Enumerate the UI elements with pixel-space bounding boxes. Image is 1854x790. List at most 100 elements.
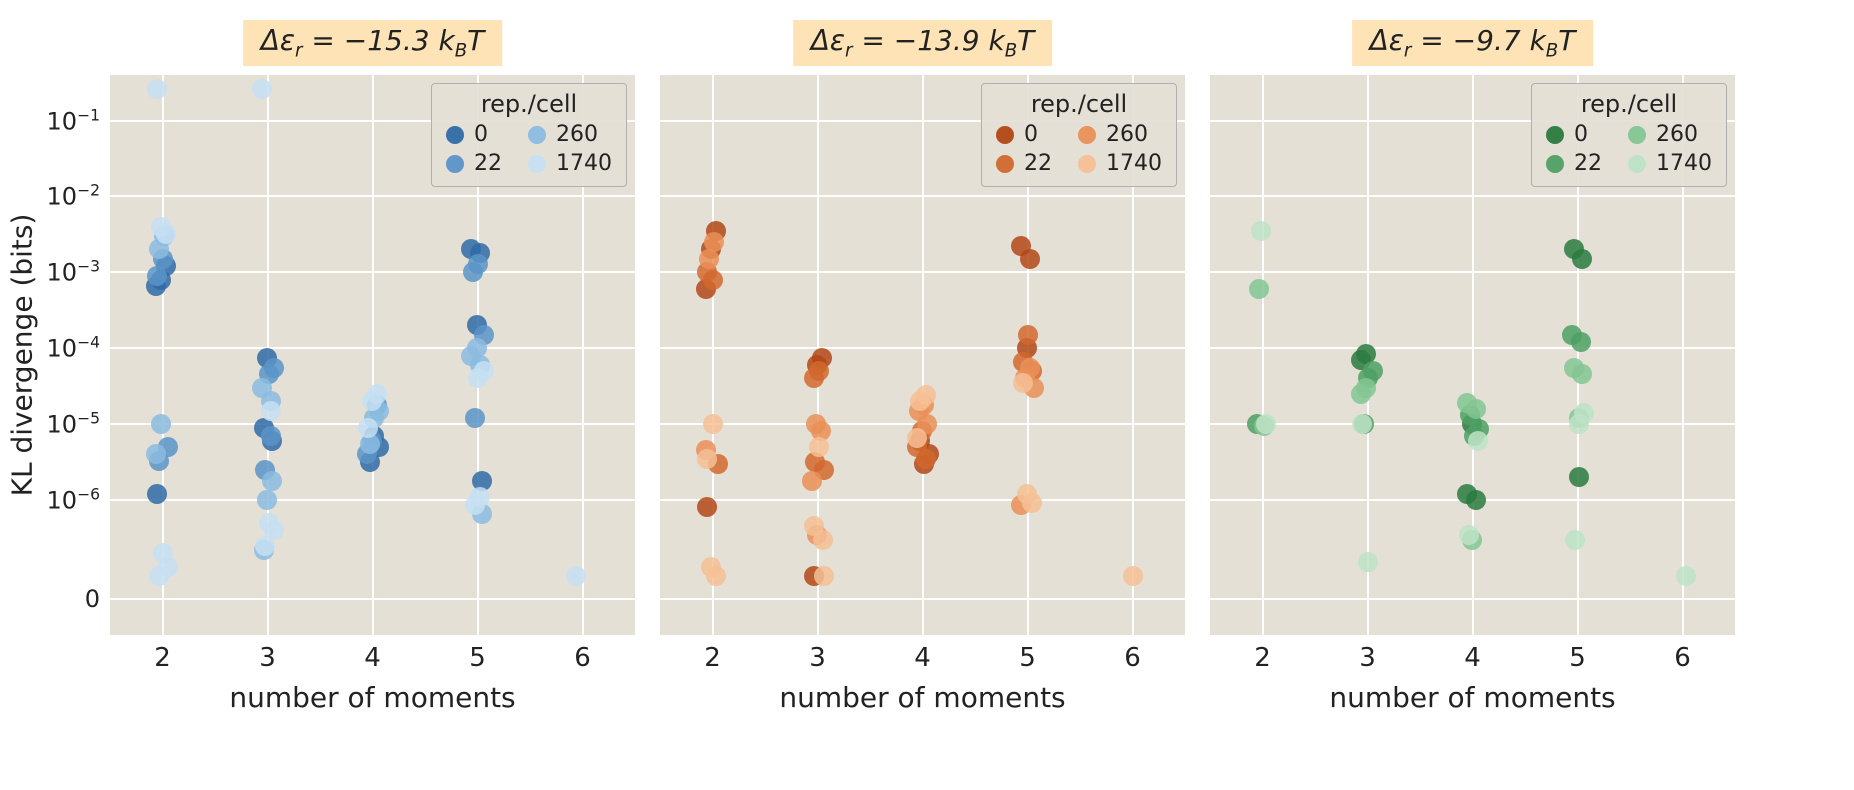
legend-swatch	[996, 155, 1014, 173]
data-point	[916, 385, 936, 405]
legend-swatch	[528, 126, 546, 144]
data-point	[358, 418, 378, 438]
x-tick: 5	[469, 635, 486, 673]
legend-item: 0	[1546, 122, 1602, 147]
data-point	[261, 426, 281, 446]
data-point	[257, 490, 277, 510]
data-point	[147, 79, 167, 99]
data-point	[255, 536, 275, 556]
x-tick: 2	[154, 635, 171, 673]
x-axis-label-2: number of moments	[1329, 681, 1615, 714]
data-point	[264, 358, 284, 378]
data-point	[465, 408, 485, 428]
data-point	[1459, 525, 1479, 545]
panel-title-1: Δεr = −13.9 kBT	[793, 20, 1053, 66]
data-point	[1574, 403, 1594, 423]
x-tick: 6	[1124, 635, 1141, 673]
data-point	[1352, 414, 1372, 434]
data-point	[1251, 221, 1271, 241]
data-point	[474, 361, 494, 381]
data-point	[703, 270, 723, 290]
legend: rep./cell0260221740	[1531, 83, 1727, 187]
legend-swatch	[1546, 155, 1564, 173]
x-tick: 4	[364, 635, 381, 673]
x-tick: 2	[1254, 635, 1271, 673]
legend-item: 22	[1546, 151, 1602, 176]
legend-item: 0	[996, 122, 1052, 147]
data-point	[147, 484, 167, 504]
legend-item: 260	[1628, 122, 1712, 147]
data-point	[147, 266, 167, 286]
data-point	[1022, 493, 1042, 513]
data-point	[809, 361, 829, 381]
legend-item: 0	[446, 122, 502, 147]
y-tick: 10−1	[46, 106, 110, 135]
data-point	[1569, 467, 1589, 487]
data-point	[1013, 373, 1033, 393]
legend-swatch	[1546, 126, 1564, 144]
data-point	[252, 79, 272, 99]
data-point	[261, 401, 281, 421]
figure: Δεr = −15.3 kBT KL divergenge (bits) rep…	[0, 0, 1854, 790]
x-tick: 6	[574, 635, 591, 673]
legend: rep./cell 0 260 22 1740	[981, 83, 1177, 187]
legend-swatch	[1078, 155, 1096, 173]
data-point	[697, 449, 717, 469]
legend-swatch	[996, 126, 1014, 144]
panel-2: Δεr = −9.7 kBT rep./cell0260221740 numbe…	[1210, 75, 1735, 635]
x-tick: 3	[1359, 635, 1376, 673]
legend: rep./cell 0 260 22 1740	[431, 83, 627, 187]
y-tick-zero: 0	[85, 585, 110, 613]
data-point	[468, 254, 488, 274]
y-tick: 10−2	[46, 182, 110, 211]
y-tick: 10−5	[46, 410, 110, 439]
data-point	[1468, 431, 1488, 451]
legend-label: 0	[1574, 122, 1588, 147]
data-point	[367, 384, 387, 404]
data-point	[1676, 566, 1696, 586]
panel-title-0: Δεr = −15.3 kBT	[243, 20, 503, 66]
data-point	[1564, 239, 1584, 259]
x-axis-label-0: number of moments	[229, 681, 515, 714]
y-tick: 10−4	[46, 334, 110, 363]
legend-title: rep./cell	[446, 90, 612, 118]
legend-swatch	[1628, 126, 1646, 144]
data-point	[1011, 236, 1031, 256]
data-point	[1457, 393, 1477, 413]
x-tick: 3	[259, 635, 276, 673]
legend-swatch	[1078, 126, 1096, 144]
data-point	[146, 444, 166, 464]
data-point	[149, 566, 169, 586]
legend-label: 1740	[1106, 151, 1162, 176]
legend-label: 0	[1024, 122, 1038, 147]
legend-item: 22	[996, 151, 1052, 176]
data-point	[470, 487, 490, 507]
data-point	[706, 566, 726, 586]
data-point	[467, 338, 487, 358]
data-point	[1564, 358, 1584, 378]
legend-title: rep./cell	[996, 90, 1162, 118]
legend-title: rep./cell	[1546, 90, 1712, 118]
data-point	[262, 471, 282, 491]
data-point	[809, 437, 829, 457]
x-tick: 5	[1019, 635, 1036, 673]
x-tick: 4	[914, 635, 931, 673]
data-point	[566, 566, 586, 586]
legend-swatch	[446, 126, 464, 144]
panel-1: Δεr = −13.9 kBT rep./cell0260221740 numb…	[660, 75, 1185, 635]
x-tick: 5	[1569, 635, 1586, 673]
y-tick: 10−6	[46, 485, 110, 514]
legend-label: 22	[1574, 151, 1602, 176]
panel-title-2: Δεr = −9.7 kBT	[1352, 20, 1594, 66]
x-tick: 4	[1464, 635, 1481, 673]
legend-label: 1740	[556, 151, 612, 176]
data-point	[1457, 484, 1477, 504]
data-point	[156, 224, 176, 244]
legend-swatch	[446, 155, 464, 173]
data-point	[907, 428, 927, 448]
legend-label: 260	[1106, 122, 1148, 147]
legend-label: 22	[474, 151, 502, 176]
legend-label: 260	[556, 122, 598, 147]
data-point	[1249, 279, 1269, 299]
y-tick: 10−3	[46, 258, 110, 287]
